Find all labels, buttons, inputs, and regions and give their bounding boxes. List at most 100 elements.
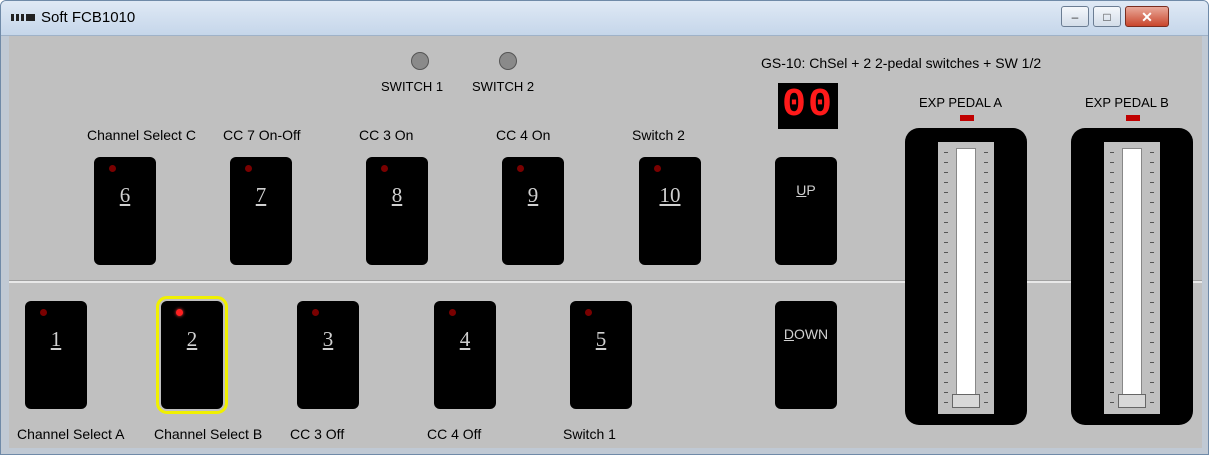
pedal-4-number: 4 xyxy=(459,327,471,351)
pedal-5[interactable]: 5 xyxy=(570,301,632,409)
pedal-5-led xyxy=(585,309,592,316)
down-button[interactable]: DOWN xyxy=(775,301,837,409)
scale-tick xyxy=(1110,352,1114,353)
scale-tick xyxy=(984,172,988,173)
pedal-2[interactable]: 2 xyxy=(156,296,228,414)
scale-tick xyxy=(1110,202,1114,203)
scale-tick xyxy=(1150,222,1154,223)
scale-tick xyxy=(1150,242,1154,243)
exp-pedal-a-label: EXP PEDAL A xyxy=(919,95,1003,110)
exp-pedal-b-label: EXP PEDAL B xyxy=(1085,95,1169,110)
title-bar[interactable]: Soft FCB1010 – □ ✕ xyxy=(1,1,1208,36)
pedal-4-label: CC 4 Off xyxy=(427,426,482,442)
exp-pedal-b-track xyxy=(1104,142,1160,414)
scale-tick xyxy=(1110,302,1114,303)
scale-tick xyxy=(984,182,988,183)
scale-tick xyxy=(1110,372,1114,373)
pedal-8-number: 8 xyxy=(391,183,403,207)
scale-tick xyxy=(1150,302,1154,303)
pedal-2-led xyxy=(176,309,183,316)
scale-tick xyxy=(1150,252,1154,253)
scale-tick xyxy=(984,352,988,353)
exp-pedal-a-track xyxy=(938,142,994,414)
minimize-button[interactable]: – xyxy=(1061,6,1089,27)
scale-tick xyxy=(984,272,988,273)
scale-tick xyxy=(984,342,988,343)
scale-tick xyxy=(1150,272,1154,273)
scale-tick xyxy=(944,372,948,373)
scale-tick xyxy=(944,152,948,153)
app-window: Soft FCB1010 – □ ✕ SWITCH 1 SWITCH 2 GS-… xyxy=(0,0,1209,455)
pedal-8-led xyxy=(381,165,388,172)
scale-tick xyxy=(984,382,988,383)
exp-pedal-b[interactable] xyxy=(1071,128,1193,425)
pedal-9[interactable]: 9 xyxy=(502,157,564,265)
close-button[interactable]: ✕ xyxy=(1125,6,1169,27)
scale-tick xyxy=(1110,162,1114,163)
scale-tick xyxy=(984,222,988,223)
scale-tick xyxy=(1110,342,1114,343)
pedal-2-label: Channel Select B xyxy=(154,426,263,442)
pedal-8[interactable]: 8 xyxy=(366,157,428,265)
pedal-6[interactable]: 6 xyxy=(94,157,156,265)
pedal-9-label: CC 4 On xyxy=(496,127,551,143)
scale-tick xyxy=(1150,192,1154,193)
pedal-1-led xyxy=(40,309,47,316)
scale-tick xyxy=(1150,342,1154,343)
window-title: Soft FCB1010 xyxy=(41,9,136,26)
scale-tick xyxy=(944,252,948,253)
scale-tick xyxy=(1150,202,1154,203)
scale-tick xyxy=(1110,282,1114,283)
pedal-3[interactable]: 3 xyxy=(297,301,359,409)
pedal-4-led xyxy=(449,309,456,316)
scale-tick xyxy=(1110,212,1114,213)
maximize-button[interactable]: □ xyxy=(1093,6,1121,27)
pedal-6-led xyxy=(109,165,116,172)
pedal-9-led xyxy=(517,165,524,172)
pedal-10-label: Switch 2 xyxy=(632,127,685,143)
pedal-10-led xyxy=(654,165,661,172)
scale-tick xyxy=(1150,402,1154,403)
scale-tick xyxy=(984,152,988,153)
scale-tick xyxy=(1110,272,1114,273)
scale-tick xyxy=(1110,402,1114,403)
scale-tick xyxy=(1150,212,1154,213)
scale-tick xyxy=(984,262,988,263)
pedal-10[interactable]: 10 xyxy=(639,157,701,265)
scale-tick xyxy=(1110,392,1114,393)
pedal-4[interactable]: 4 xyxy=(434,301,496,409)
switch-2-label: SWITCH 2 xyxy=(472,79,535,94)
scale-tick xyxy=(1110,242,1114,243)
scale-tick xyxy=(1110,222,1114,223)
up-button[interactable]: UP xyxy=(775,157,837,265)
scale-tick xyxy=(944,402,948,403)
pedal-7[interactable]: 7 xyxy=(230,157,292,265)
scale-tick xyxy=(944,272,948,273)
scale-tick xyxy=(944,362,948,363)
scale-tick xyxy=(984,232,988,233)
exp-pedal-a-slider[interactable] xyxy=(952,394,980,408)
scale-tick xyxy=(1110,232,1114,233)
scale-tick xyxy=(944,332,948,333)
pedal-2-number: 2 xyxy=(186,327,198,351)
pedal-5-number: 5 xyxy=(595,327,607,351)
scale-tick xyxy=(944,322,948,323)
scale-tick xyxy=(984,252,988,253)
pedal-10-number: 10 xyxy=(659,183,681,207)
exp-pedal-b-slider[interactable] xyxy=(1118,394,1146,408)
exp-pedal-b-rail xyxy=(1122,148,1142,404)
scale-tick xyxy=(1150,152,1154,153)
scale-tick xyxy=(984,282,988,283)
scale-tick xyxy=(984,372,988,373)
scale-tick xyxy=(1110,192,1114,193)
scale-tick xyxy=(944,202,948,203)
scale-tick xyxy=(1110,362,1114,363)
exp-pedal-a[interactable] xyxy=(905,128,1027,425)
scale-tick xyxy=(984,392,988,393)
scale-tick xyxy=(1150,382,1154,383)
scale-tick xyxy=(984,362,988,363)
exp-pedal-b-led xyxy=(1126,115,1140,121)
pedal-1[interactable]: 1 xyxy=(25,301,87,409)
pedal-3-label: CC 3 Off xyxy=(290,426,345,442)
scale-tick xyxy=(1150,292,1154,293)
